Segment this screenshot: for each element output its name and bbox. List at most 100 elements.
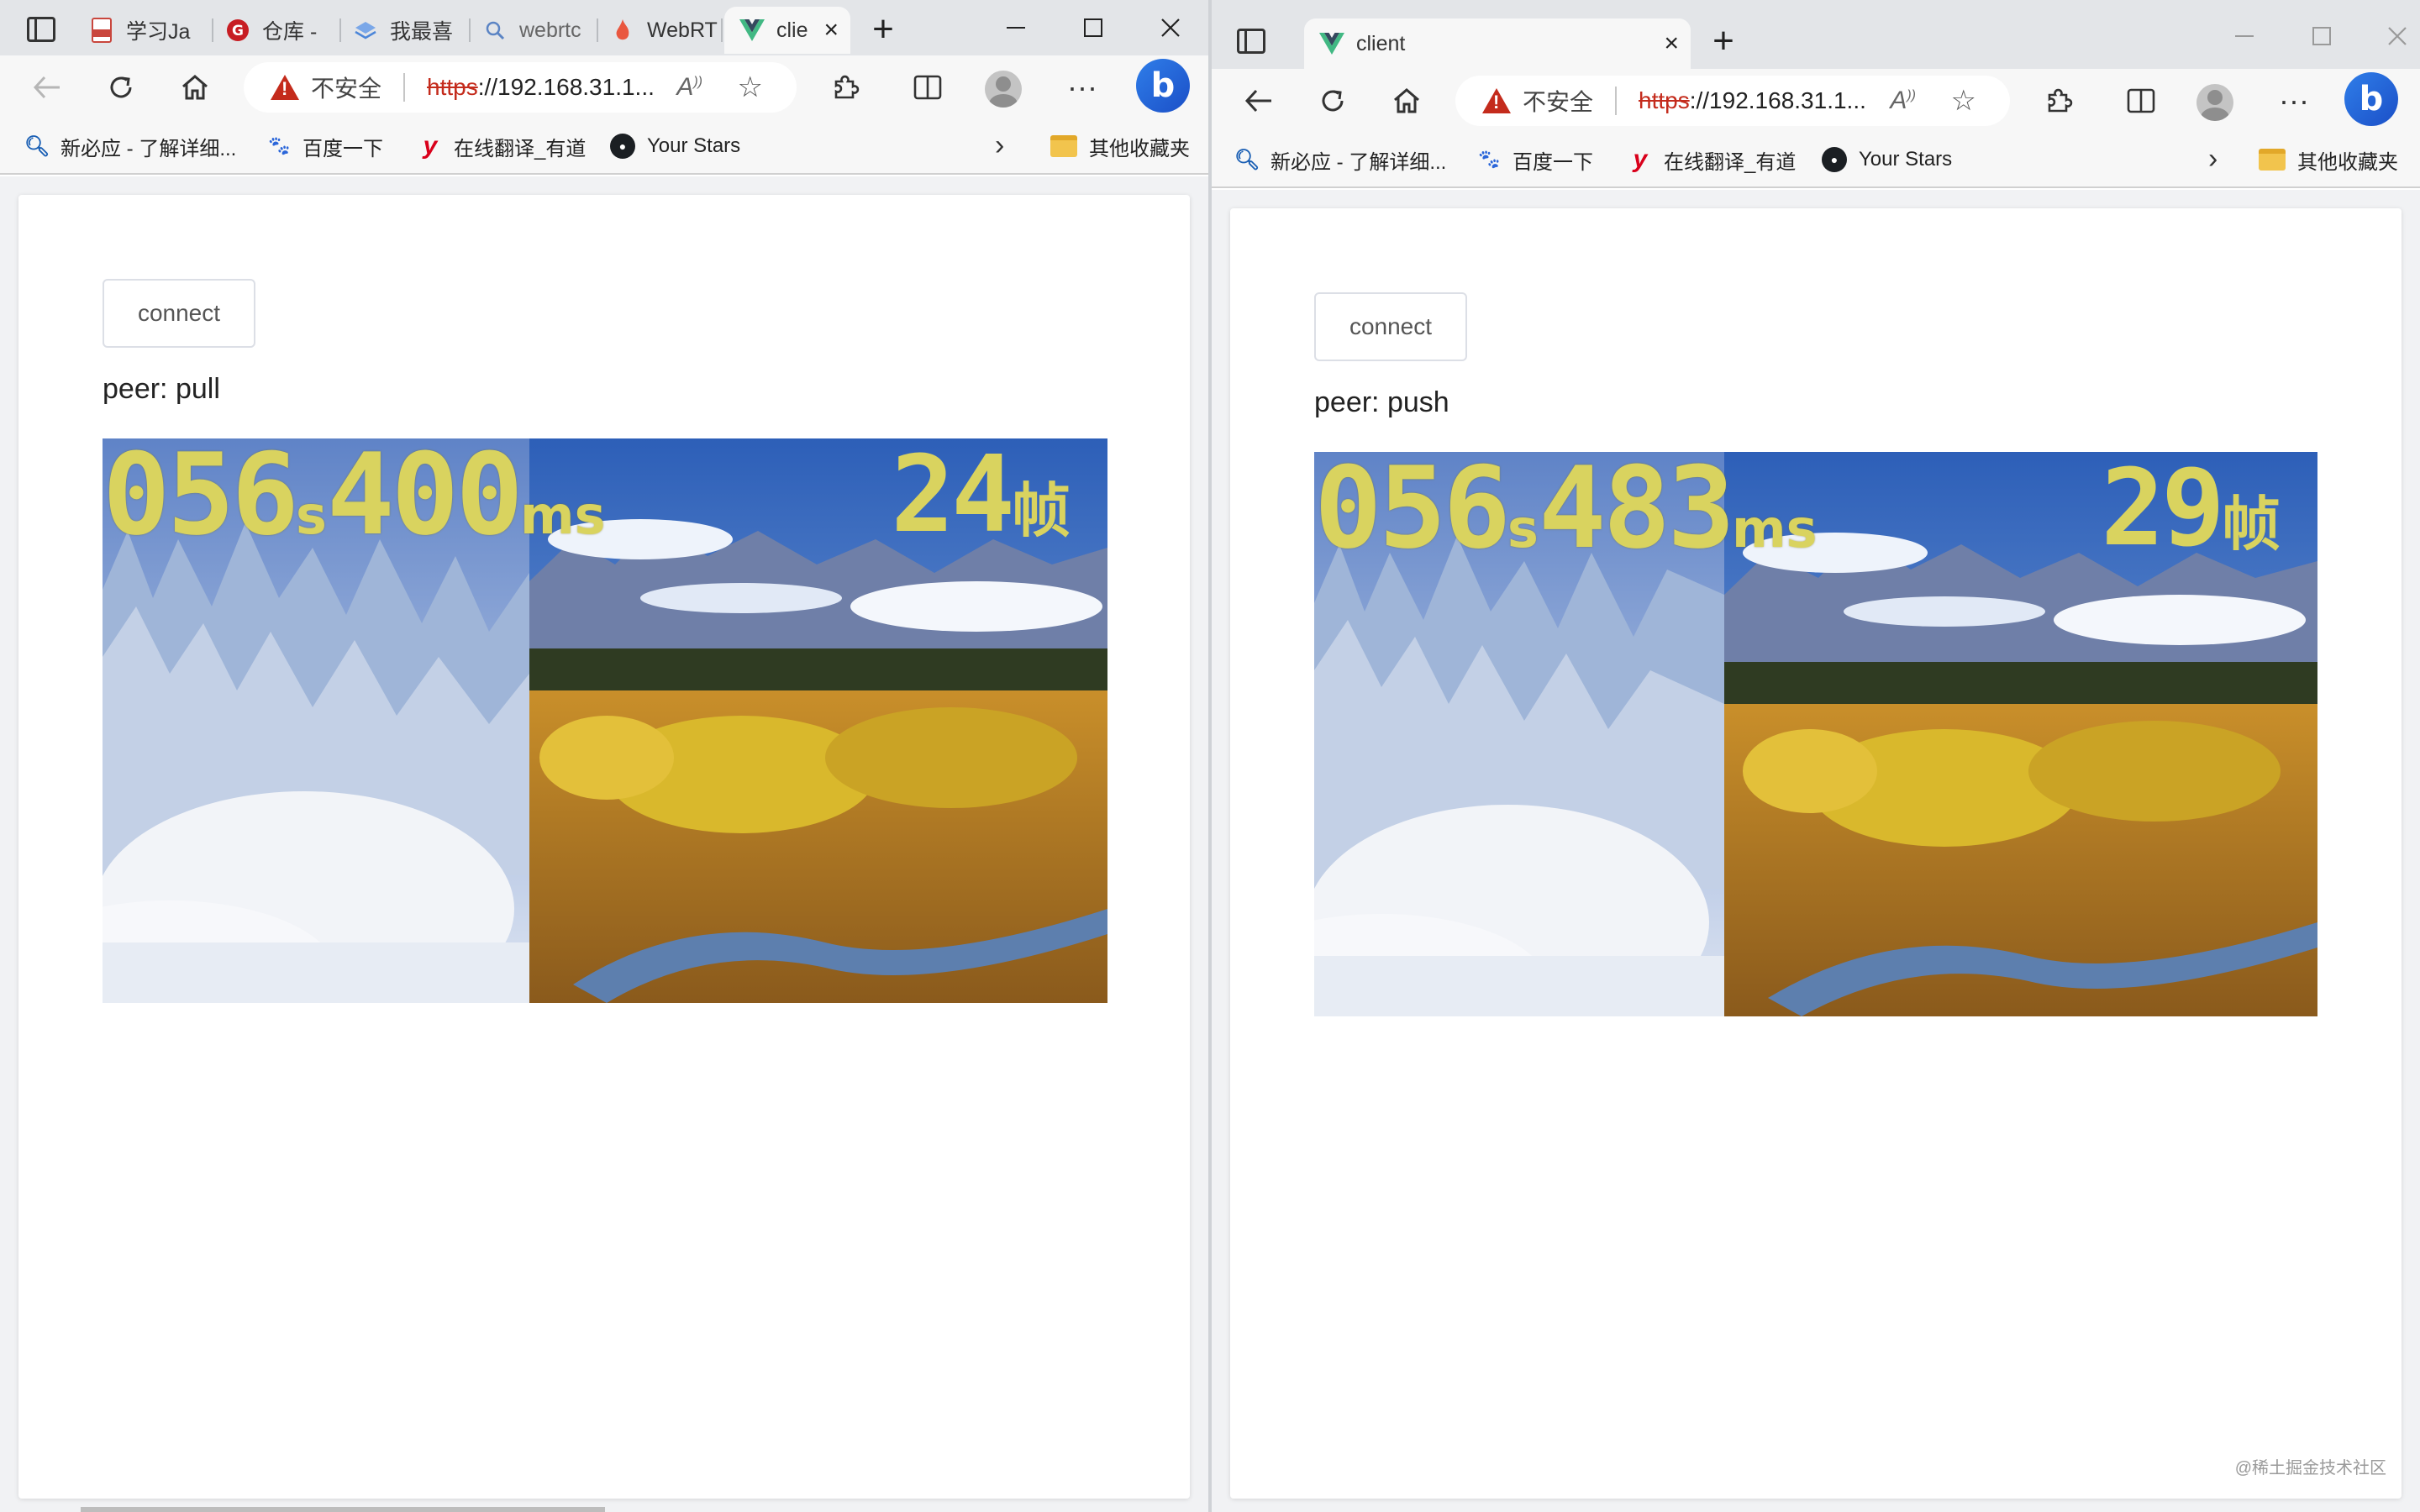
horizontal-scrollbar[interactable] (81, 1507, 605, 1512)
browser-window-left: 学习Ja G 仓库 - 我最喜 webrtc WebRT clie × + ! … (0, 0, 1208, 1512)
chevron-right-icon[interactable]: › (995, 129, 1004, 162)
tab-2[interactable]: G 仓库 - (215, 7, 341, 54)
profile-avatar[interactable] (2196, 84, 2233, 121)
insecure-label[interactable]: 不安全 (1523, 84, 1593, 118)
insecure-label[interactable]: 不安全 (311, 71, 381, 104)
github-icon: ● (1822, 147, 1847, 172)
bing-copilot-icon[interactable]: b (2344, 72, 2398, 126)
workspaces-icon[interactable] (1237, 29, 1265, 54)
tab-4[interactable]: webrtc (472, 7, 598, 54)
video-player[interactable]: 056s483ms 29帧 (1314, 452, 2317, 1016)
minimize-button[interactable] (2223, 15, 2265, 57)
page-card: connect peer: pull 056s400ms 24帧 (18, 195, 1190, 1499)
page-viewport: connect peer: pull 056s400ms 24帧 (0, 176, 1208, 1512)
add-favorite-icon[interactable]: ☆ (1951, 84, 1976, 118)
other-favorites[interactable]: 其他收藏夹 (1050, 131, 1190, 161)
split-screen-icon[interactable] (2119, 79, 2163, 123)
favorite-youdao[interactable]: y 在线翻译_有道 (1628, 144, 1797, 175)
timestamp-overlay: 056s400ms (103, 438, 605, 551)
more-menu-icon[interactable]: ··· (2272, 79, 2316, 123)
new-tab-button[interactable]: + (862, 8, 904, 50)
close-window-button[interactable] (1150, 7, 1192, 49)
millis-value: 483 (1538, 452, 1735, 574)
favorite-label: 新必应 - 了解详细... (1270, 150, 1447, 174)
url-scheme: https (427, 74, 478, 100)
favorite-github-stars[interactable]: ● Your Stars (610, 131, 740, 161)
workspaces-icon[interactable] (27, 17, 55, 42)
read-aloud-icon[interactable]: A)) (676, 73, 702, 102)
tab-label: 学习Ja (126, 20, 191, 44)
home-icon[interactable] (173, 66, 217, 109)
warning-icon (1482, 88, 1511, 113)
url-scheme: https (1639, 87, 1690, 113)
extensions-icon[interactable] (823, 66, 867, 109)
favorite-label: Your Stars (647, 134, 741, 157)
gitee-icon: G (225, 18, 250, 43)
tab-active[interactable]: clie × (724, 7, 850, 54)
millis-unit: ms (1731, 498, 1818, 559)
video-player[interactable]: 056s400ms 24帧 (103, 438, 1107, 1003)
toolbar: 不安全 https ://192.168.31.1... A)) ☆ ··· b (1212, 69, 2420, 133)
pdf-icon (89, 18, 114, 43)
chevron-right-icon[interactable]: › (2208, 143, 2217, 176)
close-icon[interactable]: × (1664, 29, 1679, 58)
favorite-baidu[interactable]: 🐾︎ 百度一下 (266, 131, 383, 161)
fps-value: 24 (891, 438, 1015, 556)
tab-active[interactable]: client × (1304, 18, 1691, 69)
fps-unit: 帧 (1012, 476, 1071, 545)
favorites-bar: 🔍︎ 新必应 - 了解详细... 🐾︎ 百度一下 y 在线翻译_有道 ● You… (1212, 133, 2420, 188)
maximize-button[interactable] (2301, 15, 2343, 57)
close-icon[interactable]: × (823, 16, 839, 45)
extensions-icon[interactable] (2037, 79, 2081, 123)
read-aloud-icon[interactable]: A)) (1890, 87, 1916, 115)
baidu-icon: 🐾︎ (266, 134, 292, 158)
minimize-button[interactable] (995, 7, 1037, 49)
page-viewport: connect peer: push 056s483ms 29帧 @稀土掘金技术… (1212, 190, 2420, 1512)
connect-button[interactable]: connect (1314, 292, 1467, 361)
vue-icon (1319, 31, 1344, 56)
favorite-label: 在线翻译_有道 (454, 137, 587, 160)
favorite-label: 百度一下 (1512, 150, 1593, 174)
youdao-icon: y (423, 132, 438, 160)
tab-5[interactable]: WebRT (600, 7, 723, 54)
favorite-baidu[interactable]: 🐾︎ 百度一下 (1476, 144, 1593, 175)
favorite-bing[interactable]: 🔍︎ 新必应 - 了解详细... (1234, 144, 1447, 175)
more-menu-icon[interactable]: ··· (1060, 66, 1104, 109)
address-separator (403, 73, 406, 102)
tab-3[interactable]: 我最喜 (343, 7, 471, 54)
url-host: ://192.168.31.1... (477, 74, 655, 100)
watermark: @稀土掘金技术社区 (2234, 1459, 2386, 1478)
address-bar[interactable]: 不安全 https ://192.168.31.1... A)) ☆ (244, 62, 797, 113)
toolbar: 不安全 https ://192.168.31.1... A)) ☆ ··· b (0, 55, 1208, 119)
warning-icon (271, 75, 299, 100)
profile-avatar[interactable] (985, 71, 1022, 108)
refresh-icon[interactable] (99, 66, 143, 109)
seconds-value: 056 (103, 438, 299, 560)
other-favorites-label: 其他收藏夹 (1089, 137, 1190, 160)
back-icon[interactable] (25, 66, 69, 109)
favorite-bing[interactable]: 🔍︎ 新必应 - 了解详细... (24, 131, 237, 161)
close-window-button[interactable] (2376, 15, 2418, 57)
back-icon[interactable] (1237, 79, 1281, 123)
page-card: connect peer: push 056s483ms 29帧 (1230, 208, 2402, 1499)
baidu-icon: 🐾︎ (1476, 148, 1502, 171)
connect-button[interactable]: connect (103, 279, 255, 348)
tab-1[interactable]: 学习Ja (79, 7, 213, 54)
github-icon: ● (610, 134, 635, 159)
tab-label: client (1356, 31, 1406, 55)
favorite-youdao[interactable]: y 在线翻译_有道 (418, 131, 587, 161)
split-screen-icon[interactable] (906, 66, 950, 109)
youdao-icon: y (1633, 145, 1648, 173)
bing-copilot-icon[interactable]: b (1136, 59, 1190, 113)
maximize-button[interactable] (1072, 7, 1114, 49)
tab-strip: 学习Ja G 仓库 - 我最喜 webrtc WebRT clie × + (0, 0, 1208, 55)
favorite-github-stars[interactable]: ● Your Stars (1822, 144, 1952, 175)
tab-label: 我最喜 (390, 20, 454, 44)
browser-window-right: client × + 不安全 https ://192.168.31.1... … (1212, 0, 2420, 1512)
address-bar[interactable]: 不安全 https ://192.168.31.1... A)) ☆ (1455, 76, 2010, 126)
new-tab-button[interactable]: + (1702, 20, 1744, 62)
other-favorites[interactable]: 其他收藏夹 (2259, 144, 2398, 175)
refresh-icon[interactable] (1311, 79, 1355, 123)
add-favorite-icon[interactable]: ☆ (738, 71, 763, 104)
home-icon[interactable] (1385, 79, 1428, 123)
